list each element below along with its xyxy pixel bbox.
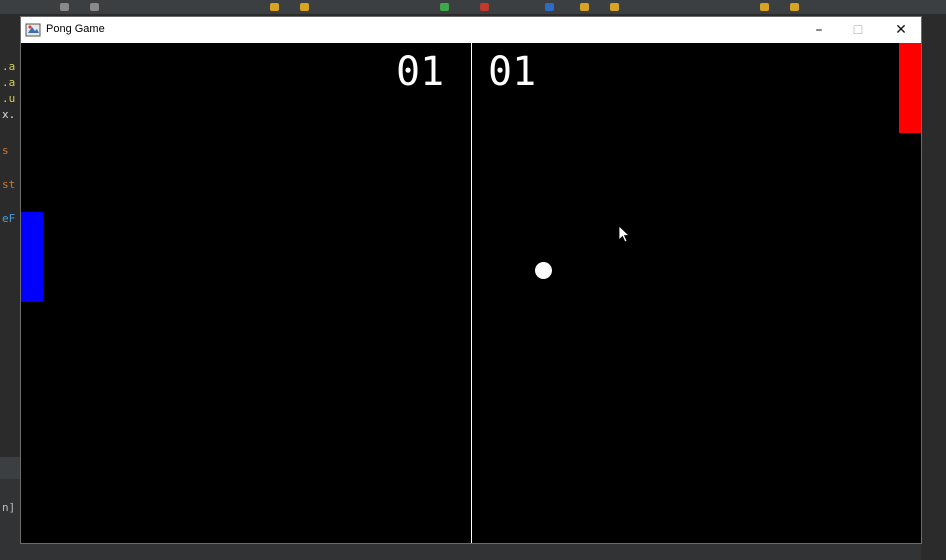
minimize-button[interactable]: – bbox=[799, 17, 839, 43]
code-fragment: eF bbox=[2, 212, 16, 225]
code-fragment: x. bbox=[2, 108, 16, 121]
window-title: Pong Game bbox=[46, 23, 105, 35]
toolbar-icon[interactable] bbox=[610, 3, 619, 11]
toolbar-icon[interactable] bbox=[760, 3, 769, 11]
close-button[interactable]: ✕ bbox=[881, 17, 921, 43]
toolbar-icon[interactable] bbox=[790, 3, 799, 11]
console-fragment: n] bbox=[2, 501, 16, 514]
toolbar-icon[interactable] bbox=[580, 3, 589, 11]
title-bar[interactable]: Pong Game – ☐ ✕ bbox=[21, 17, 921, 43]
code-fragment: st bbox=[2, 178, 16, 191]
toolbar-icon[interactable] bbox=[300, 3, 309, 11]
right-paddle bbox=[899, 43, 921, 133]
mouse-cursor-icon bbox=[619, 226, 631, 243]
left-player-score: 01 bbox=[396, 49, 445, 95]
left-paddle bbox=[21, 212, 43, 302]
toolbar-icon[interactable] bbox=[545, 3, 554, 11]
right-player-score: 01 bbox=[488, 49, 537, 95]
pong-window: Pong Game – ☐ ✕ 01 01 bbox=[21, 17, 921, 543]
ide-toolbar bbox=[0, 0, 946, 14]
code-fragment: s bbox=[2, 144, 9, 157]
center-line bbox=[471, 43, 472, 543]
game-canvas[interactable]: 01 01 bbox=[21, 43, 921, 543]
code-fragment: .a bbox=[2, 60, 16, 73]
ide-right-panel bbox=[921, 14, 946, 560]
toolbar-icon[interactable] bbox=[270, 3, 279, 11]
java-app-icon bbox=[25, 23, 41, 37]
ball bbox=[535, 262, 552, 279]
toolbar-icon[interactable] bbox=[440, 3, 449, 11]
code-fragment: .a bbox=[2, 76, 16, 89]
code-fragment: .u bbox=[2, 92, 16, 105]
toolbar-icon[interactable] bbox=[90, 3, 99, 11]
maximize-button[interactable]: ☐ bbox=[838, 17, 878, 43]
toolbar-icon[interactable] bbox=[480, 3, 489, 11]
toolbar-icon[interactable] bbox=[60, 3, 69, 11]
